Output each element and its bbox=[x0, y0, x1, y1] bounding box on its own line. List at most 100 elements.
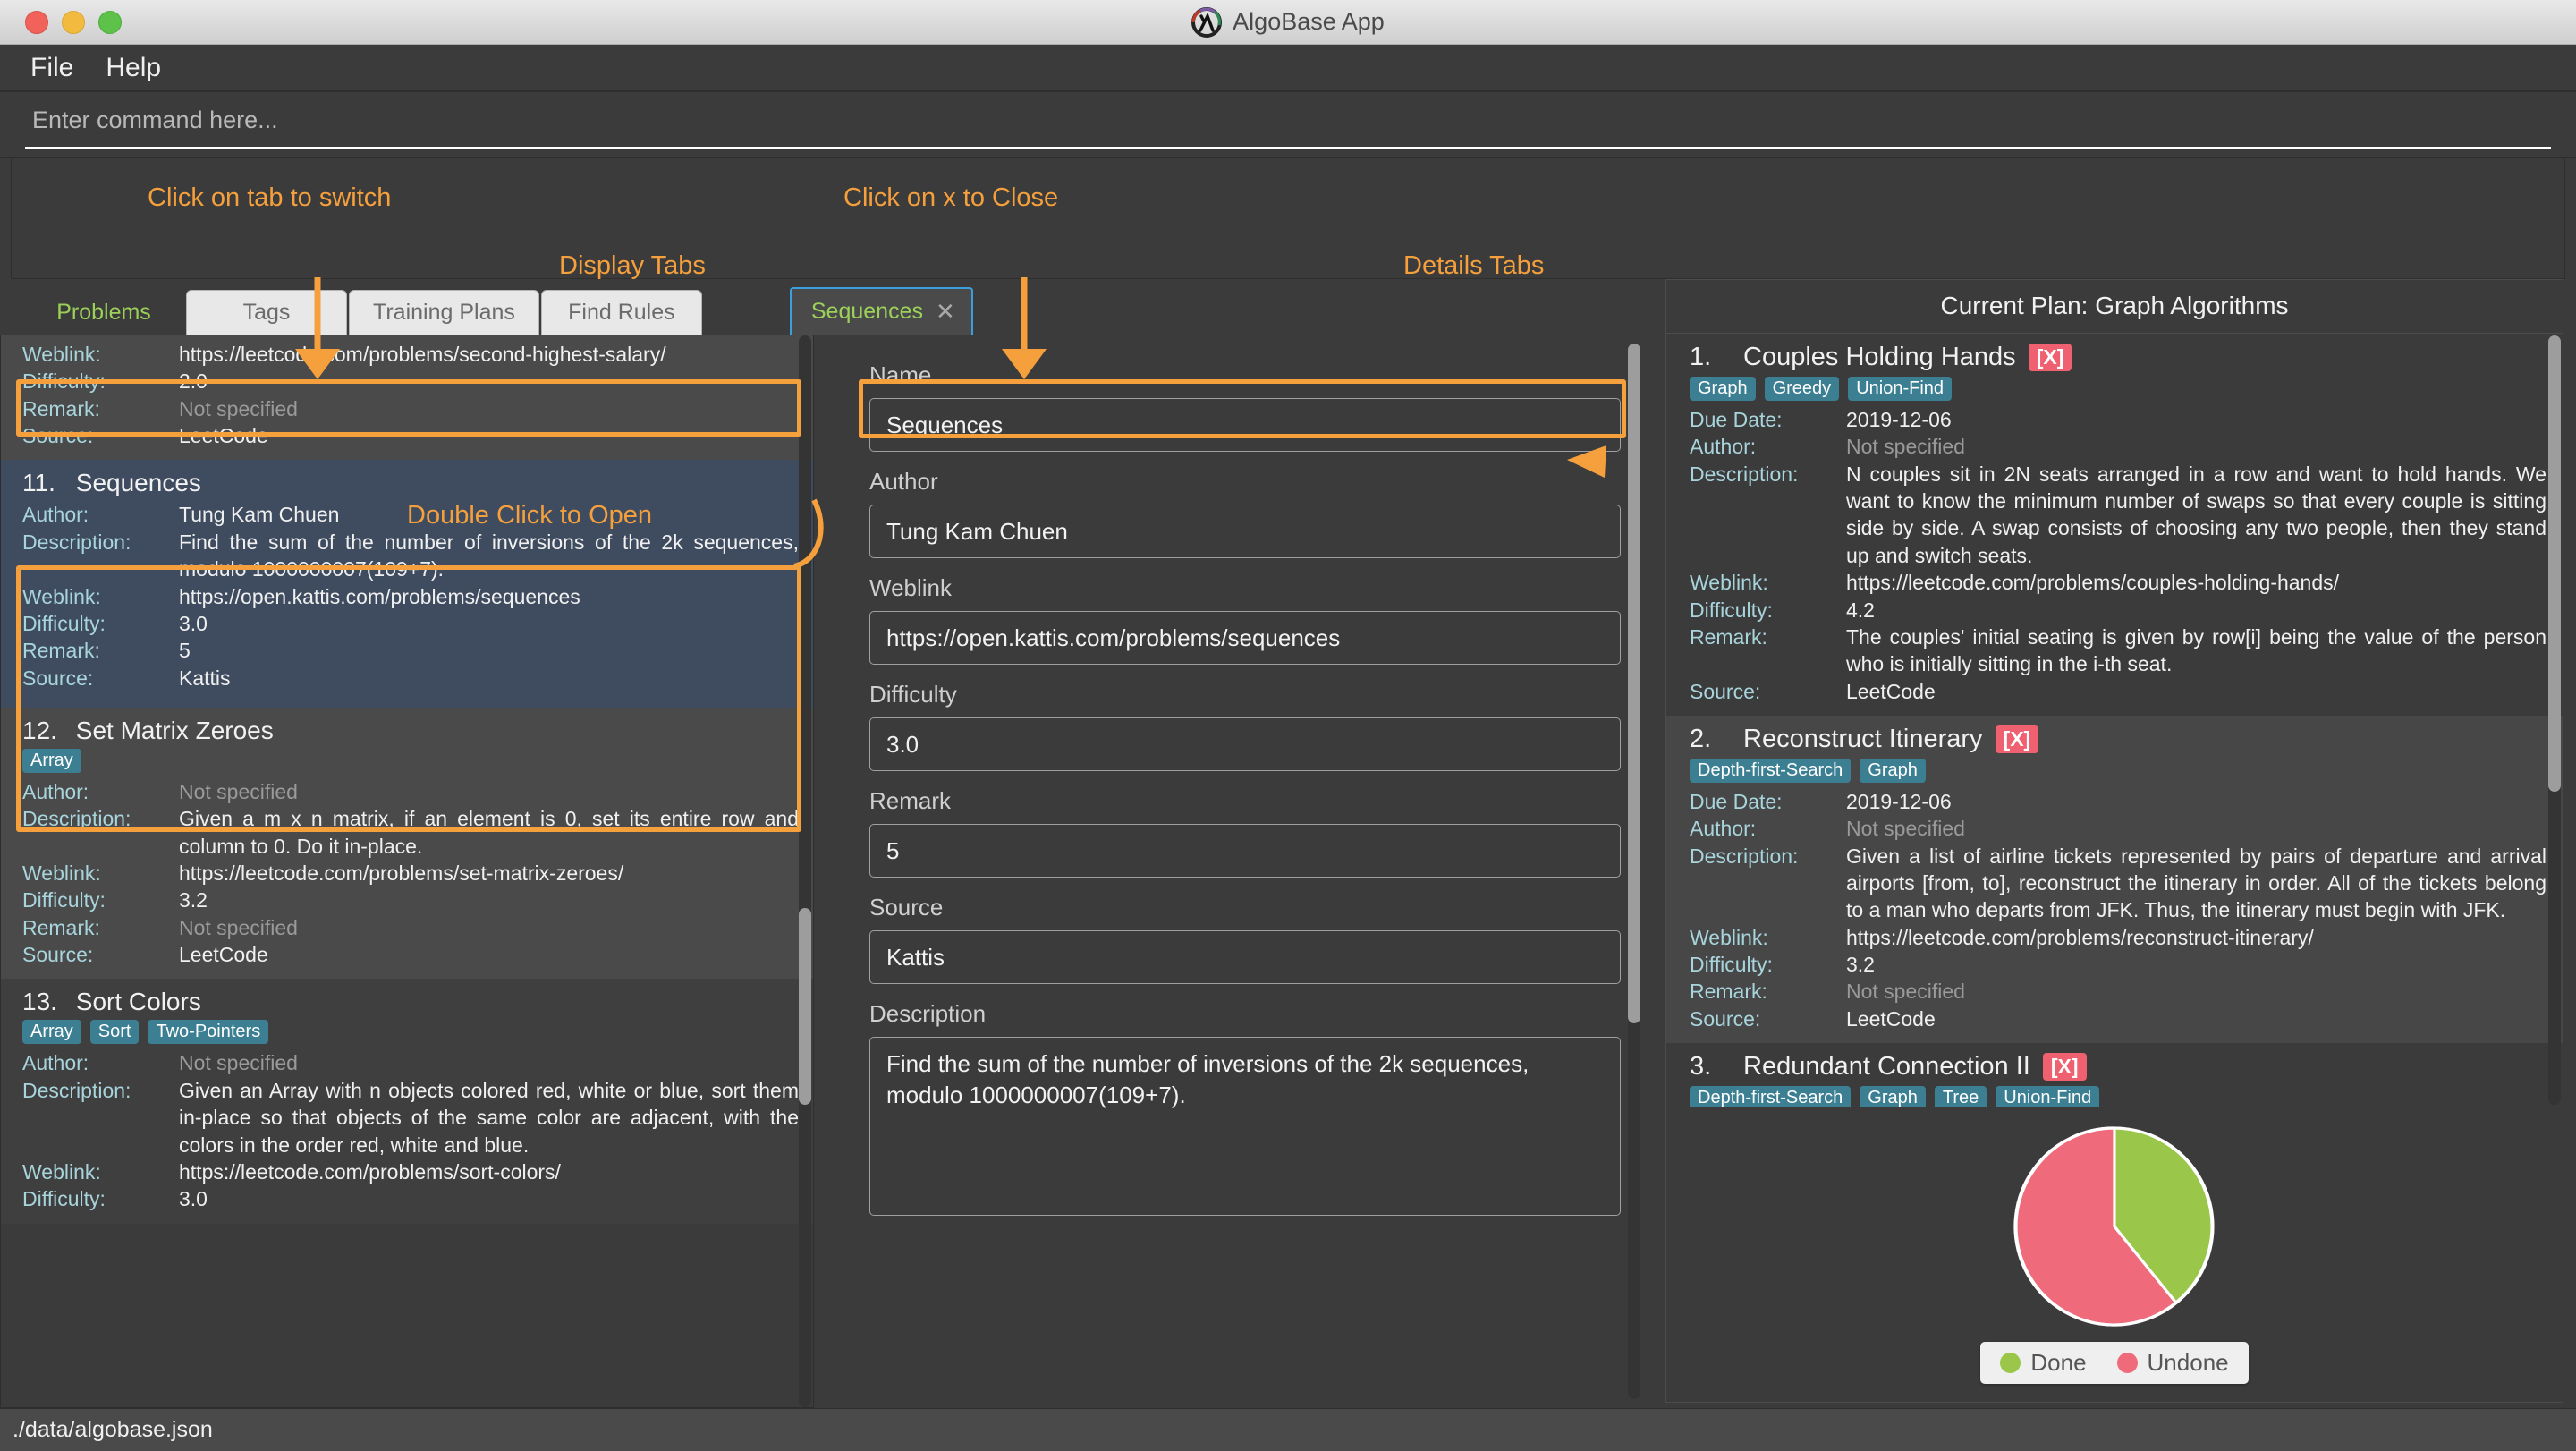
weblink-input[interactable] bbox=[869, 611, 1621, 665]
legend-item-done[interactable]: Done bbox=[2000, 1349, 2087, 1377]
status-badge[interactable]: [X] bbox=[2028, 344, 2072, 371]
lambda-circle-icon bbox=[1191, 6, 1223, 38]
field-value: https://leetcode.com/problems/sort-color… bbox=[179, 1159, 561, 1184]
plan-item-name: Couples Holding Hands bbox=[1743, 343, 2016, 371]
list-item-title: 12. Set Matrix Zeroes bbox=[22, 717, 799, 745]
tab-training-plans[interactable]: Training Plans bbox=[349, 290, 539, 335]
panels-row: Weblink: https://leetcode.com/problems/s… bbox=[0, 335, 1657, 1408]
scrollbar-thumb[interactable] bbox=[2548, 335, 2561, 792]
legend-label-undone: Undone bbox=[2147, 1349, 2229, 1376]
plan-item-name: Redundant Connection II bbox=[1743, 1052, 2030, 1082]
field-value: 2.0 bbox=[179, 369, 208, 394]
tag-badge[interactable]: Union-Find bbox=[1996, 1086, 2100, 1107]
problem-list-scroll[interactable]: Weblink: https://leetcode.com/problems/s… bbox=[0, 335, 814, 1408]
list-item[interactable]: 11. Sequences Author: Tung Kam Chuen Des… bbox=[1, 460, 813, 708]
application-window: AlgoBase App File Help Click on tab to s… bbox=[0, 0, 2576, 1451]
list-item-name: Sort Colors bbox=[75, 988, 201, 1016]
field-value: LeetCode bbox=[179, 943, 268, 967]
status-badge[interactable]: [X] bbox=[2042, 1053, 2087, 1082]
close-x-icon[interactable]: ✕ bbox=[936, 298, 955, 326]
field-value: https://leetcode.com/problems/second-hig… bbox=[179, 343, 666, 366]
tag-badge[interactable]: Greedy bbox=[1764, 377, 1840, 401]
field-weblink: Weblink: https://open.kattis.com/problem… bbox=[22, 583, 799, 610]
field-value: Not specified bbox=[1846, 980, 1965, 1004]
tag-badge[interactable]: Two-Pointers bbox=[148, 1020, 269, 1045]
plan-item[interactable]: 2. Reconstruct Itinerary [X] Depth-first… bbox=[1666, 715, 2563, 1044]
field-source: Source: LeetCode bbox=[22, 941, 799, 968]
tag-row: Depth-first-Search Graph Tree Union-Find bbox=[1690, 1086, 2546, 1107]
scrollbar-thumb[interactable] bbox=[1628, 344, 1640, 1023]
plan-list: 1. Couples Holding Hands [X] Graph Greed… bbox=[1666, 334, 2563, 1107]
source-input[interactable] bbox=[869, 930, 1621, 984]
tag-badge[interactable]: Array bbox=[22, 748, 81, 773]
tag-badge[interactable]: Array bbox=[22, 1020, 81, 1045]
field-value: 4.2 bbox=[1846, 598, 1875, 622]
author-input[interactable] bbox=[869, 505, 1621, 558]
list-item[interactable]: 12. Set Matrix Zeroes Array Author: Not … bbox=[1, 707, 813, 980]
tag-badge[interactable]: Graph bbox=[1860, 1086, 1926, 1107]
plan-item[interactable]: 1. Couples Holding Hands [X] Graph Greed… bbox=[1666, 334, 2563, 716]
legend-item-undone[interactable]: Undone bbox=[2116, 1349, 2229, 1377]
difficulty-input[interactable] bbox=[869, 717, 1621, 771]
problem-list-scrollbar[interactable] bbox=[799, 335, 811, 1407]
field-difficulty: Difficulty: 3.2 bbox=[22, 887, 799, 913]
field-description: Description: Given an Array with n objec… bbox=[22, 1077, 799, 1158]
details-tabs: Sequences ✕ bbox=[789, 279, 973, 335]
tab-find-rules[interactable]: Find Rules bbox=[540, 290, 702, 335]
progress-chart-panel: Done Undone bbox=[1665, 1107, 2563, 1403]
field-label: Remark: bbox=[22, 396, 100, 420]
scrollbar-thumb[interactable] bbox=[799, 908, 811, 1105]
tag-badge[interactable]: Graph bbox=[1860, 758, 1926, 783]
field-label-weblink: Weblink bbox=[869, 574, 953, 601]
plan-list-scrollbar[interactable] bbox=[2548, 335, 2561, 1105]
command-input[interactable] bbox=[25, 99, 2551, 149]
plan-list-scroll[interactable]: 1. Couples Holding Hands [X] Graph Greed… bbox=[1666, 334, 2563, 1107]
display-tabs: Problems Tags Training Plans Find Rules bbox=[23, 279, 704, 335]
tag-badge[interactable]: Tree bbox=[1934, 1086, 1987, 1107]
description-textarea[interactable]: Find the sum of the number of inversions… bbox=[869, 1037, 1621, 1216]
tabs-row: Problems Tags Training Plans Find Rules … bbox=[0, 279, 1657, 335]
list-item[interactable]: 13. Sort Colors Array Sort Two-Pointers … bbox=[1, 979, 813, 1224]
remark-input[interactable] bbox=[869, 824, 1621, 878]
field-label: Source: bbox=[22, 424, 94, 448]
tag-badge[interactable]: Sort bbox=[89, 1020, 140, 1045]
field-label: Source: bbox=[1690, 1006, 1761, 1031]
legend-dot-done-icon bbox=[2000, 1353, 2021, 1373]
field-label: Source: bbox=[22, 943, 94, 967]
field-label-source: Source bbox=[869, 894, 944, 921]
name-input[interactable] bbox=[869, 398, 1621, 452]
field-value: Not specified bbox=[179, 779, 298, 803]
details-form-scrollbar[interactable] bbox=[1628, 344, 1640, 1399]
field-value: Find the sum of the number of inversions… bbox=[179, 530, 799, 581]
plan-item[interactable]: 3. Redundant Connection II [X] Depth-fir… bbox=[1666, 1043, 2563, 1107]
field-value: Given a list of airline tickets represen… bbox=[1846, 844, 2546, 922]
field-difficulty: Difficulty: 2.0 bbox=[22, 368, 799, 395]
field-difficulty: Difficulty: 3.0 bbox=[22, 1185, 799, 1212]
list-item[interactable]: Weblink: https://leetcode.com/problems/s… bbox=[1, 335, 813, 461]
plan-panel-title: Current Plan: Graph Algorithms bbox=[1666, 280, 2563, 334]
field-label: Remark: bbox=[22, 915, 100, 939]
field-value: Not specified bbox=[1846, 817, 1965, 841]
left-column: Problems Tags Training Plans Find Rules … bbox=[0, 279, 1657, 1408]
status-badge[interactable]: [X] bbox=[1995, 726, 2039, 753]
tab-tags[interactable]: Tags bbox=[186, 290, 347, 335]
list-item-name: Set Matrix Zeroes bbox=[75, 716, 274, 744]
problem-list: Weblink: https://leetcode.com/problems/s… bbox=[1, 335, 813, 1224]
tag-badge[interactable]: Graph bbox=[1690, 377, 1756, 401]
field-remark: Remark: Not specified bbox=[1690, 978, 2546, 1005]
tab-sequences[interactable]: Sequences ✕ bbox=[789, 287, 973, 335]
list-item-number: 11. bbox=[22, 469, 55, 497]
menu-item-file[interactable]: File bbox=[30, 53, 73, 83]
field-label-remark: Remark bbox=[869, 787, 952, 814]
tag-badge[interactable]: Depth-first-Search bbox=[1690, 1086, 1852, 1107]
menu-item-help[interactable]: Help bbox=[106, 53, 161, 83]
field-value: https://leetcode.com/problems/set-matrix… bbox=[179, 861, 624, 886]
field-label: Source: bbox=[22, 666, 94, 690]
field-label: Author: bbox=[22, 1051, 89, 1075]
field-remark: Remark: 5 bbox=[22, 637, 799, 664]
tag-badge[interactable]: Depth-first-Search bbox=[1690, 758, 1852, 783]
command-box-container bbox=[0, 91, 2576, 158]
field-label-description: Description bbox=[869, 1000, 987, 1027]
tab-problems[interactable]: Problems bbox=[23, 290, 184, 335]
tag-badge[interactable]: Union-Find bbox=[1848, 377, 1953, 401]
